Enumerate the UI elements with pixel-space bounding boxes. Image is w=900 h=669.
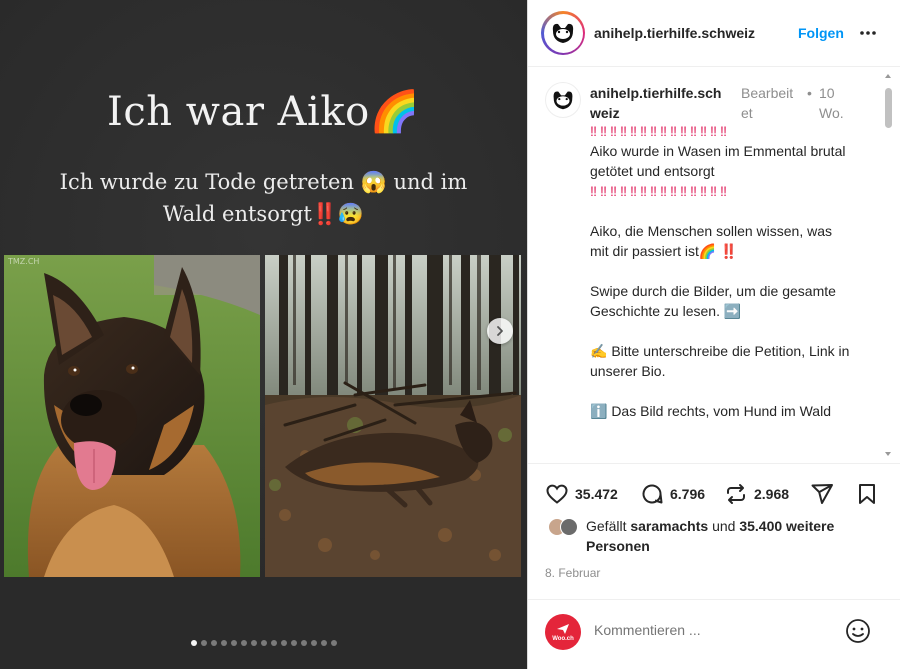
liked-prefix: Gefällt — [586, 518, 627, 534]
separator-dot: • — [807, 85, 812, 101]
caption-line-2: Aiko, die Menschen sollen wissen, was mi… — [590, 223, 833, 259]
scroll-down-icon[interactable] — [884, 450, 892, 458]
paper-plane-icon — [557, 623, 569, 634]
user-avatar[interactable]: Woo.ch — [545, 614, 581, 650]
repost-button[interactable]: 2.968 — [724, 482, 789, 506]
user-avatar-label: Woo.ch — [552, 635, 574, 642]
post-date: 8. Februar — [545, 566, 601, 580]
scroll-up-icon[interactable] — [884, 72, 892, 80]
liker-username[interactable]: saramachts — [630, 518, 708, 534]
carousel-dot[interactable] — [270, 640, 277, 646]
caption-area[interactable]: anihelp.tierhilfe.sch weiz Bearbeit et •… — [528, 68, 900, 463]
dog-portrait-image: TMZ.CH — [4, 255, 260, 577]
caption-username[interactable]: anihelp.tierhilfe.sch weiz — [590, 83, 730, 123]
liked-middle: und — [712, 518, 736, 534]
watermark-text: TMZ.CH — [8, 257, 40, 266]
liker-avatar — [560, 518, 578, 536]
slide-title: Ich war Aiko🌈 — [107, 89, 420, 135]
account-username[interactable]: anihelp.tierhilfe.schweiz — [594, 25, 755, 41]
emoji-icon[interactable] — [845, 618, 871, 644]
comment-button[interactable]: 6.796 — [640, 482, 705, 506]
carousel-dot[interactable] — [250, 640, 257, 646]
liked-by: Gefällt saramachts und 35.400 weitere Pe… — [548, 516, 888, 556]
caption-avatar[interactable] — [545, 82, 581, 118]
share-icon[interactable] — [810, 482, 834, 506]
caption-line-3: Swipe durch die Bilder, um die gesamte G… — [590, 283, 836, 319]
follow-button[interactable]: Folgen — [798, 25, 844, 41]
caption-bangs-1: ‼‼‼‼‼‼‼‼‼‼‼‼‼‼ — [590, 123, 730, 139]
repost-icon — [727, 484, 745, 504]
comment-input[interactable] — [594, 622, 834, 638]
heart-icon — [546, 484, 568, 504]
slide-subtitle: Ich wurde zu Tode getreten 😱 und im Wald… — [59, 170, 468, 226]
comment-icon — [642, 484, 663, 504]
carousel-dot[interactable] — [280, 640, 287, 646]
caption-bangs-2: ‼‼‼‼‼‼‼‼‼‼‼‼‼‼ — [590, 183, 730, 199]
next-slide-button[interactable] — [487, 318, 513, 344]
caption-line-1: Aiko wurde in Wasen im Emmental brutal g… — [590, 143, 846, 179]
carousel-dot[interactable] — [310, 640, 317, 646]
account-avatar[interactable] — [541, 11, 585, 55]
post-sidebar: anihelp.tierhilfe.schweiz Folgen anihelp… — [527, 0, 900, 669]
carousel-dot[interactable] — [220, 640, 227, 646]
chevron-right-icon — [497, 326, 503, 336]
caption-scrollbar[interactable] — [883, 72, 893, 458]
post-header: anihelp.tierhilfe.schweiz Folgen — [528, 0, 900, 67]
like-button[interactable]: 35.472 — [545, 482, 618, 506]
carousel-dot[interactable] — [300, 640, 307, 646]
like-count: 35.472 — [575, 486, 618, 502]
post-media: Ich war Aiko🌈 Ich wurde zu Tode getreten… — [0, 0, 527, 669]
liker-avatars[interactable] — [548, 516, 586, 538]
caption-line-4: ✍️ Bitte unterschreibe die Petition, Lin… — [590, 343, 850, 379]
carousel-dot[interactable] — [230, 640, 237, 646]
anihelp-logo-icon — [552, 23, 574, 43]
anihelp-logo-icon — [553, 91, 573, 110]
more-icon[interactable] — [858, 23, 878, 43]
forest-image — [265, 255, 521, 577]
repost-count: 2.968 — [754, 486, 790, 502]
caption-text: ‼‼‼‼‼‼‼‼‼‼‼‼‼‼ Aiko wurde in Wasen im Em… — [590, 121, 850, 421]
carousel-dot[interactable] — [330, 640, 337, 646]
scrollbar-thumb[interactable] — [885, 88, 892, 128]
carousel-dot[interactable] — [210, 640, 217, 646]
carousel-dot[interactable] — [320, 640, 327, 646]
carousel-dot[interactable] — [260, 640, 267, 646]
caption-line-5: ℹ️ Das Bild rechts, vom Hund im Wald — [590, 403, 831, 419]
bookmark-icon[interactable] — [855, 482, 879, 506]
carousel-dot[interactable] — [290, 640, 297, 646]
carousel-dot[interactable] — [240, 640, 247, 646]
edited-label: Bearbeit et — [741, 85, 794, 121]
comment-count: 6.796 — [670, 486, 706, 502]
carousel-indicator — [0, 640, 527, 646]
post-time: 10 Wo. — [819, 85, 844, 121]
carousel-dot[interactable] — [190, 640, 197, 646]
carousel-dot[interactable] — [200, 640, 207, 646]
comment-bar: Woo.ch — [528, 599, 900, 669]
action-bar: 35.472 6.796 2.968 — [528, 463, 900, 523]
